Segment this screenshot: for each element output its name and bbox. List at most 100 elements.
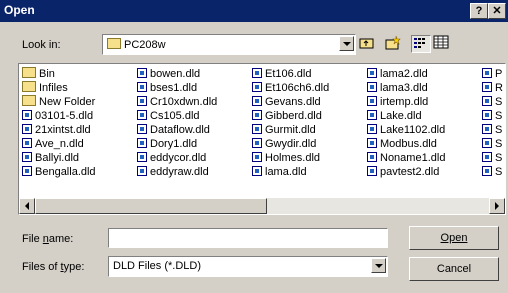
file-icon	[22, 138, 32, 148]
file-icon	[252, 96, 262, 106]
list-item[interactable]: R	[482, 81, 503, 95]
list-item[interactable]: P	[482, 67, 503, 81]
details-view-button[interactable]	[433, 35, 453, 53]
list-item[interactable]: Dataflow.dld	[137, 123, 217, 137]
list-item-label: Modbus.dld	[380, 138, 437, 150]
folder-icon	[22, 95, 36, 106]
list-item-label: S	[495, 110, 503, 122]
list-item-label: Bengalla.dld	[35, 166, 96, 178]
title-bar[interactable]: Open ? ✕	[0, 0, 508, 22]
list-item[interactable]: Gwydir.dld	[252, 137, 329, 151]
file-icon	[137, 166, 147, 176]
file-icon	[137, 68, 147, 78]
file-icon	[137, 152, 147, 162]
file-icon	[252, 82, 262, 92]
file-icon	[482, 152, 492, 162]
list-item[interactable]: S	[482, 109, 503, 123]
list-item[interactable]: Gurmit.dld	[252, 123, 329, 137]
file-icon	[252, 166, 262, 176]
file-list[interactable]: Bin Infiles New Folder 03101-5.dld 21xintst.…	[18, 63, 506, 215]
list-item-label: Ave_n.dld	[35, 138, 84, 150]
list-item[interactable]: Infiles	[22, 81, 96, 95]
list-item-label: Noname1.dld	[380, 152, 446, 164]
cancel-button[interactable]: Cancel	[409, 257, 499, 281]
up-one-level-button[interactable]	[358, 35, 378, 53]
list-item[interactable]: Bin	[22, 67, 96, 81]
file-icon	[367, 124, 377, 134]
list-item[interactable]: Modbus.dld	[367, 137, 445, 151]
list-item-label: pavtest2.dld	[380, 166, 440, 178]
folder-icon	[22, 81, 36, 92]
list-item[interactable]: lama2.dld	[367, 67, 445, 81]
list-item-label: Et106ch6.dld	[265, 82, 330, 94]
file-icon	[252, 68, 262, 78]
list-item[interactable]: Lake1102.dld	[367, 123, 445, 137]
list-item[interactable]: Noname1.dld	[367, 151, 445, 165]
list-item[interactable]: lama.dld	[252, 165, 329, 179]
create-new-folder-button[interactable]	[384, 35, 404, 53]
list-item[interactable]: 21xintst.dld	[22, 123, 96, 137]
list-item[interactable]: Et106.dld	[252, 67, 329, 81]
list-item[interactable]: S	[482, 165, 503, 179]
look-in-value-wrap: PC208w	[107, 38, 166, 51]
files-of-type-combo[interactable]: DLD Files (*.DLD)	[108, 256, 388, 277]
list-item[interactable]: eddycor.dld	[137, 151, 217, 165]
list-item[interactable]: Et106ch6.dld	[252, 81, 329, 95]
list-item[interactable]: S	[482, 137, 503, 151]
details-view-icon	[433, 35, 449, 49]
file-icon	[22, 152, 32, 162]
list-item[interactable]: lama3.dld	[367, 81, 445, 95]
list-item[interactable]: Ave_n.dld	[22, 137, 96, 151]
list-item-label: S	[495, 96, 503, 108]
file-icon	[367, 82, 377, 92]
list-item[interactable]: S	[482, 151, 503, 165]
list-item-label: Bin	[39, 68, 55, 80]
list-item-label: Infiles	[39, 82, 68, 94]
list-item[interactable]: S	[482, 95, 503, 109]
list-view-button[interactable]	[411, 35, 431, 53]
scroll-left-button[interactable]	[19, 198, 35, 214]
file-name-input[interactable]	[108, 228, 388, 248]
chevron-down-icon[interactable]	[371, 258, 386, 273]
list-item[interactable]: eddyraw.dld	[137, 165, 217, 179]
cancel-button-label: Cancel	[436, 263, 472, 275]
file-icon	[482, 166, 492, 176]
list-item[interactable]: Gevans.dld	[252, 95, 329, 109]
list-item[interactable]: New Folder	[22, 95, 96, 109]
list-item-label: Dory1.dld	[150, 138, 198, 150]
list-item[interactable]: 03101-5.dld	[22, 109, 96, 123]
window-title: Open	[4, 3, 35, 17]
look-in-combo[interactable]: PC208w	[102, 34, 356, 55]
scroll-right-button[interactable]	[489, 198, 505, 214]
list-item[interactable]: Dory1.dld	[137, 137, 217, 151]
folder-icon	[107, 38, 121, 49]
list-item-label: eddyraw.dld	[150, 166, 209, 178]
file-column: PRSSSSSS	[482, 67, 503, 179]
chevron-down-icon[interactable]	[339, 36, 354, 51]
scrollbar-thumb[interactable]	[35, 198, 267, 214]
list-item[interactable]: bses1.dld	[137, 81, 217, 95]
horizontal-scrollbar[interactable]	[19, 198, 505, 214]
list-item-label: 03101-5.dld	[35, 110, 94, 122]
list-item-label: S	[495, 166, 503, 178]
list-item-label: Gevans.dld	[265, 96, 321, 108]
list-item[interactable]: Gibberd.dld	[252, 109, 329, 123]
file-icon	[482, 110, 492, 120]
arrow-left-icon	[25, 202, 29, 210]
list-item[interactable]: S	[482, 123, 503, 137]
open-button[interactable]: Open	[409, 226, 499, 250]
list-item-label: irtemp.dld	[380, 96, 429, 108]
help-button[interactable]: ?	[470, 3, 488, 19]
list-item[interactable]: irtemp.dld	[367, 95, 445, 109]
list-item-label: Lake1102.dld	[380, 124, 446, 136]
list-item[interactable]: pavtest2.dld	[367, 165, 445, 179]
list-item[interactable]: bowen.dld	[137, 67, 217, 81]
close-button[interactable]: ✕	[488, 3, 506, 19]
file-icon	[22, 124, 32, 134]
list-item[interactable]: Cr10xdwn.dld	[137, 95, 217, 109]
list-item[interactable]: Holmes.dld	[252, 151, 329, 165]
list-item[interactable]: Lake.dld	[367, 109, 445, 123]
list-item[interactable]: Bengalla.dld	[22, 165, 96, 179]
list-item[interactable]: Ballyi.dld	[22, 151, 96, 165]
list-item[interactable]: Cs105.dld	[137, 109, 217, 123]
